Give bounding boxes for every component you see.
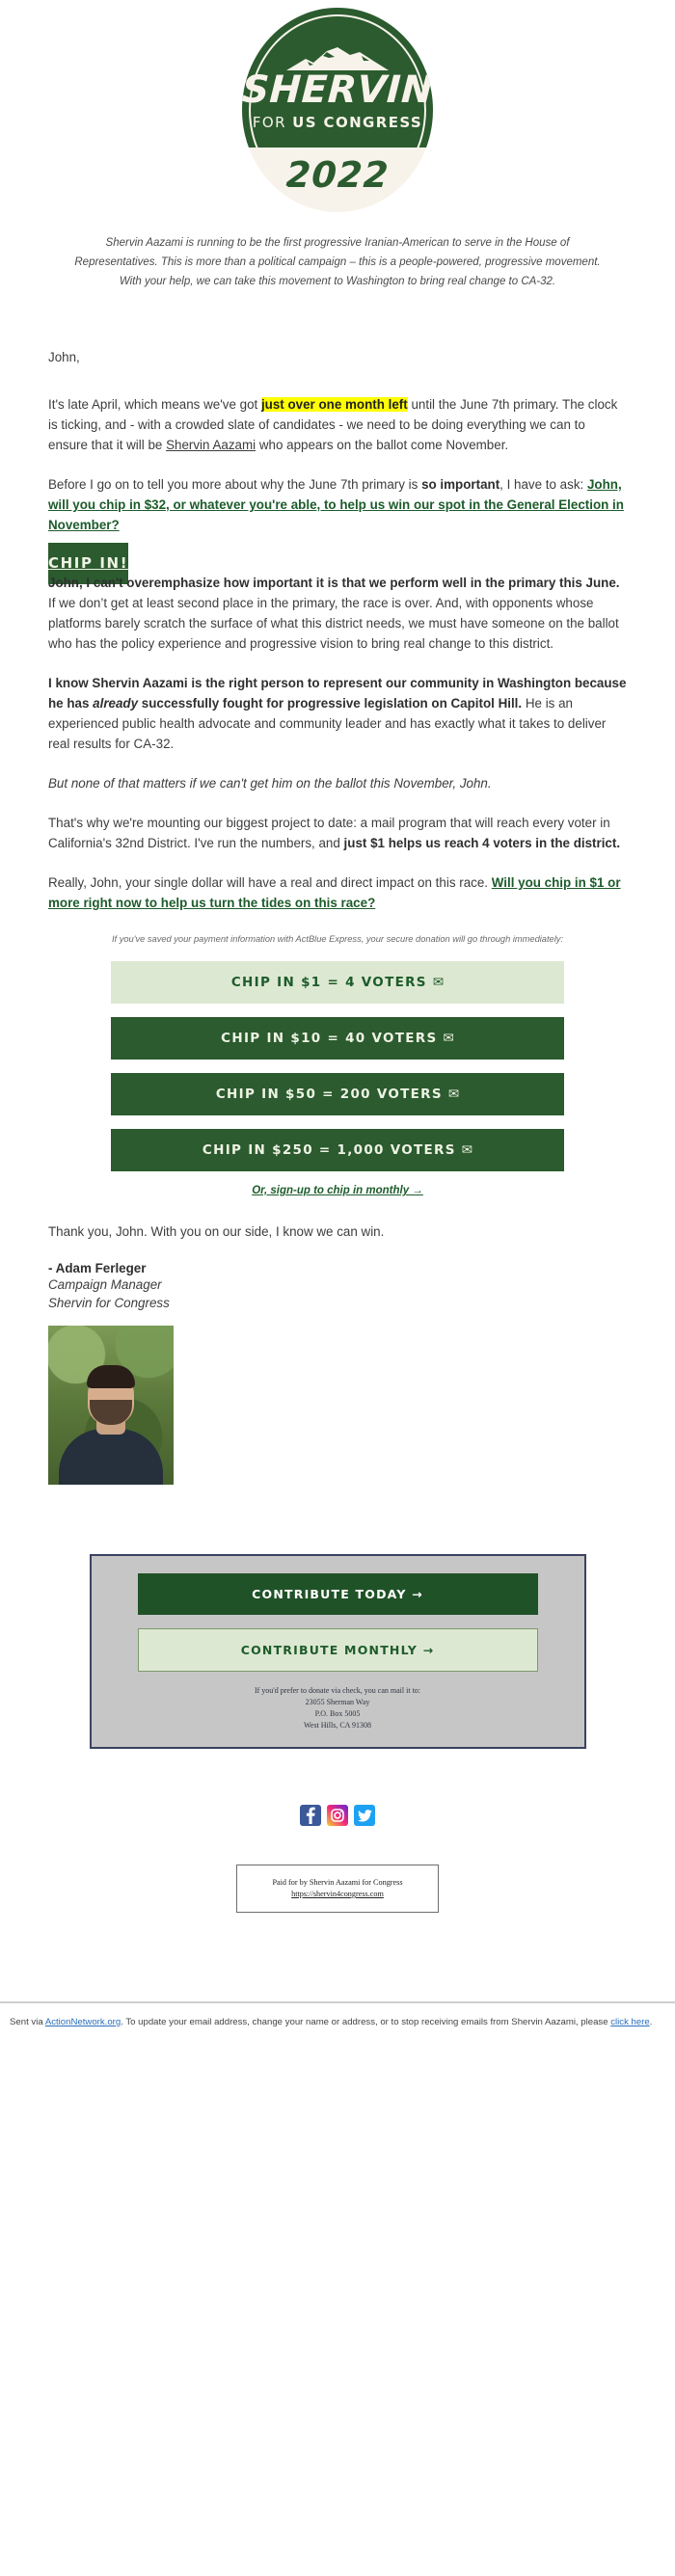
- check-note-line-1: If you'd prefer to donate via check, you…: [254, 1686, 421, 1695]
- bottom-spacer: [0, 2029, 675, 2053]
- p2-text-a: Before I go on to tell you more about wh…: [48, 477, 422, 492]
- photo-hair: [87, 1365, 135, 1388]
- paragraph-2: Before I go on to tell you more about wh…: [48, 474, 627, 535]
- envelope-icon: ✉: [432, 975, 445, 990]
- mail-check-note: If you'd prefer to donate via check, you…: [138, 1685, 538, 1731]
- unsubscribe-note: Sent via ActionNetwork.org. To update yo…: [0, 2003, 675, 2029]
- paragraph-5: But none of that matters if we can't get…: [48, 776, 492, 791]
- donate-button-250[interactable]: CHIP IN $250 = 1,000 VOTERS ✉: [111, 1129, 564, 1171]
- check-note-line-2: 23055 Sherman Way: [305, 1698, 370, 1706]
- click-here-link[interactable]: click here: [610, 2017, 650, 2027]
- signature-org: Shervin for Congress: [48, 1296, 170, 1310]
- social-links: [0, 1805, 675, 1826]
- campaign-logo: SHERVIN FOR US CONGRESS 2022: [0, 0, 675, 212]
- sent-via-text: Sent via: [10, 2017, 45, 2027]
- p2-bold-so-important: so important: [421, 477, 500, 492]
- donate-button-10-label: CHIP IN $10 = 40 VOTERS: [221, 1031, 438, 1046]
- email-page: SHERVIN FOR US CONGRESS 2022 Shervin Aaz…: [0, 0, 675, 2053]
- logo-candidate-name: SHERVIN: [242, 68, 433, 112]
- donate-button-1[interactable]: CHIP IN $1 = 4 VOTERS ✉: [111, 961, 564, 1004]
- donate-button-1-label: CHIP IN $1 = 4 VOTERS: [230, 975, 427, 990]
- highlight-one-month-left: just over one month left: [260, 397, 408, 412]
- logo-subtitle: FOR US CONGRESS: [252, 114, 423, 131]
- link-chip-in-monthly[interactable]: Or, sign-up to chip in monthly →: [252, 1185, 423, 1196]
- envelope-icon: ✉: [443, 1031, 454, 1046]
- p1-text-c: who appears on the ballot come November.: [256, 438, 509, 452]
- unsubscribe-period: .: [649, 2017, 653, 2027]
- donate-button-50-label: CHIP IN $50 = 200 VOTERS: [215, 1087, 443, 1102]
- logo-year: 2022: [284, 154, 391, 196]
- p2-text-b: , I have to ask:: [500, 477, 587, 492]
- footer-contribute-box: CONTRIBUTE TODAY → CONTRIBUTE MONTHLY → …: [89, 1554, 586, 1749]
- paragraph-4: I know Shervin Aazami is the right perso…: [48, 673, 627, 754]
- paid-for-disclaimer: Paid for by Shervin Aazami for Congress …: [236, 1865, 439, 1913]
- p6-bold: just $1 helps us reach 4 voters in the d…: [343, 836, 621, 850]
- actblue-note: If you've saved your payment information…: [111, 934, 564, 944]
- donate-button-250-label: CHIP IN $250 = 1,000 VOTERS: [202, 1142, 456, 1158]
- p7-text: Really, John, your single dollar will ha…: [48, 875, 492, 890]
- monthly-link-wrap: Or, sign-up to chip in monthly →: [48, 1185, 627, 1196]
- p3-text: If we don’t get at least second place in…: [48, 596, 619, 651]
- link-shervin-aazami[interactable]: Shervin Aazami: [166, 438, 256, 452]
- intro-paragraph: Shervin Aazami is running to be the firs…: [74, 237, 601, 287]
- p4-bold-already: already: [93, 696, 139, 711]
- actionnetwork-link[interactable]: ActionNetwork.org: [45, 2017, 121, 2027]
- check-note-line-3: P.O. Box 5005: [314, 1709, 361, 1718]
- logo-circle: SHERVIN FOR US CONGRESS 2022: [242, 8, 433, 212]
- campaign-website-link[interactable]: https://shervin4congress.com: [291, 1890, 384, 1898]
- signature-photo: [48, 1326, 174, 1485]
- check-note-line-4: West Hills, CA 91308: [303, 1721, 372, 1730]
- instagram-icon[interactable]: [327, 1805, 348, 1826]
- paragraph-7: Really, John, your single dollar will ha…: [48, 872, 627, 913]
- p3-bold: John, I can't overemphasize how importan…: [48, 576, 620, 590]
- logo-badge: SHERVIN FOR US CONGRESS 2022: [242, 8, 433, 212]
- p4-bold-b: successfully fought for progressive legi…: [138, 696, 523, 711]
- envelope-icon: ✉: [447, 1087, 460, 1102]
- paragraph-6: That's why we're mounting our biggest pr…: [48, 813, 627, 853]
- donate-button-50[interactable]: CHIP IN $50 = 200 VOTERS ✉: [111, 1073, 564, 1115]
- email-body: John, It's late April, which means we've…: [48, 291, 627, 1485]
- signature-title: Campaign Manager: [48, 1277, 162, 1292]
- thank-you-line: Thank you, John. With you on our side, I…: [48, 1224, 385, 1239]
- twitter-icon[interactable]: [354, 1805, 375, 1826]
- contribute-today-button[interactable]: CONTRIBUTE TODAY →: [137, 1573, 538, 1615]
- facebook-icon[interactable]: [300, 1805, 321, 1826]
- paragraph-1: It's late April, which means we've got j…: [48, 394, 627, 455]
- donation-button-stack: CHIP IN $1 = 4 VOTERS ✉ CHIP IN $10 = 40…: [111, 961, 564, 1171]
- envelope-icon: ✉: [461, 1142, 473, 1158]
- unsubscribe-text: . To update your email address, change y…: [121, 2017, 611, 2027]
- contribute-monthly-button[interactable]: CONTRIBUTE MONTHLY →: [137, 1628, 538, 1672]
- signature-block: - Adam Ferleger Campaign Manager Shervin…: [48, 1261, 627, 1485]
- greeting: John,: [48, 350, 80, 364]
- p1-text-a: It's late April, which means we've got: [48, 397, 261, 412]
- signature-name: - Adam Ferleger: [48, 1261, 147, 1275]
- donate-button-10[interactable]: CHIP IN $10 = 40 VOTERS ✉: [111, 1017, 564, 1060]
- paragraph-3: John, I can't overemphasize how importan…: [48, 573, 627, 654]
- paid-for-text: Paid for by Shervin Aazami for Congress: [272, 1878, 403, 1887]
